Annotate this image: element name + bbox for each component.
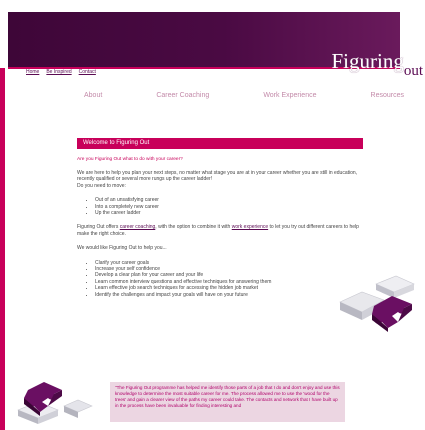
main-content: Welcome to Figuring Out Are you Figuring…: [77, 138, 363, 298]
intro-paragraph: We are here to help you plan your next s…: [77, 170, 363, 189]
puzzle-pieces-image: [17, 382, 93, 424]
list-item: Up the career ladder: [95, 210, 363, 216]
puzzle-pieces-image: [339, 275, 415, 332]
main-nav-resources[interactable]: Resources: [371, 92, 404, 99]
welcome-title: Welcome to Figuring Out: [77, 138, 363, 149]
moves-list: Out of an unsatisfying career Into a com…: [77, 197, 363, 216]
welcome-question: Are you Figuring Out what to do with you…: [77, 157, 183, 162]
main-nav-work-experience[interactable]: Work Experience: [263, 92, 316, 99]
list-item: Identify the challenges and impact your …: [95, 292, 363, 298]
intro-text: We are here to help you plan your next s…: [77, 170, 358, 183]
testimonial-box: "The Figuring Out programme has helped m…: [110, 382, 345, 422]
career-coaching-link[interactable]: career coaching: [120, 224, 156, 230]
main-nav-about[interactable]: About: [84, 92, 102, 99]
offer-text-start: Figuring Out offers: [77, 224, 120, 231]
top-nav: Home Be Inspired Contact: [26, 69, 96, 75]
offer-text-middle: , with the option to combine it with: [155, 224, 232, 231]
need-prompt: Do you need to move:: [77, 182, 126, 189]
helps-list: Clarify your career goals Increase your …: [77, 260, 363, 298]
top-nav-be-inspired[interactable]: Be Inspired: [46, 69, 71, 75]
left-accent-stripe: [0, 68, 5, 430]
logo-main-text: Figuring: [331, 49, 404, 73]
offer-paragraph: Figuring Out offers career coaching, wit…: [77, 224, 363, 237]
help-prompt: We would like Figuring Out to help you..…: [77, 245, 167, 252]
top-nav-contact[interactable]: Contact: [79, 69, 96, 75]
main-nav: About Career Coaching Work Experience Re…: [84, 92, 404, 99]
top-nav-home[interactable]: Home: [26, 69, 39, 75]
site-logo[interactable]: Figuringout: [331, 49, 423, 79]
main-nav-career-coaching[interactable]: Career Coaching: [156, 92, 209, 99]
work-experience-link[interactable]: work experience: [232, 224, 268, 230]
logo-out-text: out: [403, 63, 423, 79]
